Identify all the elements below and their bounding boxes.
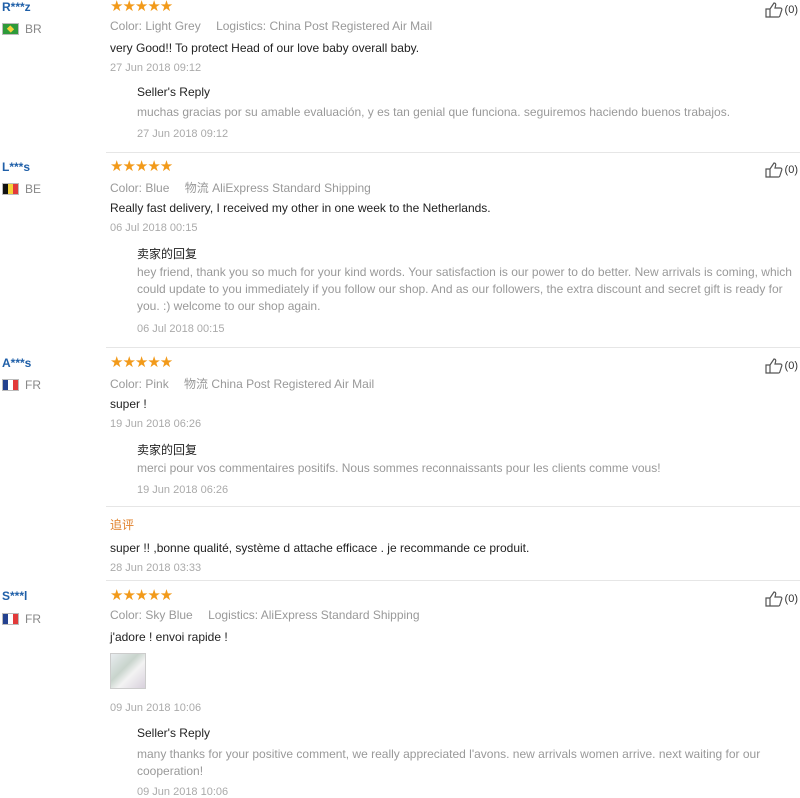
thumbs-up-icon (764, 162, 783, 178)
reply-divider (106, 506, 800, 507)
logistics-label: Logistics: (208, 608, 259, 622)
seller-reply-title: 卖家的回复 (137, 247, 198, 261)
order-info: Color: Sky Blue Logistics: AliExpress St… (110, 608, 432, 622)
feedback-date: 27 Jun 2018 09:12 (110, 62, 202, 74)
thumbs-up-icon (764, 591, 783, 607)
order-info: Color: Light Grey Logistics: China Post … (110, 19, 444, 33)
seller-reply-text: muchas gracias por su amable evaluación,… (137, 105, 731, 119)
buyer-feedback: very Good!! To protect Head of our love … (110, 41, 420, 55)
feedback-date: 06 Jul 2018 00:15 (110, 222, 198, 234)
country-code: BR (25, 22, 42, 36)
logistics-value: AliExpress Standard Shipping (260, 608, 420, 622)
additional-feedback-text: super !! ,bonne qualité, système d attac… (110, 541, 530, 555)
review-divider (106, 152, 800, 153)
reviewer-name[interactable]: L***s (2, 160, 30, 174)
thumbs-up-icon (764, 2, 783, 18)
logistics-value: China Post Registered Air Mail (269, 19, 433, 33)
helpful-count: (0) (784, 164, 798, 176)
review-divider (106, 580, 800, 581)
logistics-label: 物流 (184, 377, 209, 391)
color-value: Pink (145, 377, 169, 391)
seller-reply-text: merci pour vos commentaires positifs. No… (137, 461, 661, 475)
logistics-value: AliExpress Standard Shipping (212, 181, 371, 195)
reviewer-name[interactable]: A***s (2, 356, 31, 370)
logistics-label: Logistics: (216, 19, 267, 33)
color-value: Blue (145, 181, 170, 195)
reviewer-country: BE (2, 182, 41, 196)
feedback-date: 19 Jun 2018 06:26 (110, 418, 202, 430)
helpful-button[interactable]: (0) (764, 591, 798, 607)
feedback-date: 09 Jun 2018 10:06 (110, 702, 202, 714)
logistics-label: 物流 (184, 181, 209, 195)
color-label: Color: (110, 608, 143, 622)
seller-reply-title: Seller's Reply (137, 726, 210, 740)
helpful-count: (0) (784, 4, 798, 16)
buyer-feedback: super ! (110, 397, 147, 411)
color-value: Sky Blue (145, 608, 193, 622)
country-code: FR (25, 612, 41, 626)
buyer-feedback: j'adore ! envoi rapide ! (110, 630, 228, 644)
belgium-flag-icon (2, 183, 19, 195)
logistics-value: China Post Registered Air Mail (211, 377, 375, 391)
helpful-count: (0) (784, 360, 798, 372)
seller-reply-title: Seller's Reply (137, 85, 210, 99)
rating-stars: ★★★★★ (110, 354, 173, 371)
helpful-count: (0) (784, 593, 798, 605)
rating-stars: ★★★★★ (110, 0, 173, 15)
rating-stars: ★★★★★ (110, 587, 173, 604)
review-divider (106, 347, 800, 348)
country-code: FR (25, 378, 41, 392)
helpful-button[interactable]: (0) (764, 2, 798, 18)
brazil-flag-icon (2, 23, 19, 35)
seller-reply-date: 06 Jul 2018 00:15 (137, 323, 225, 335)
reviewer-name[interactable]: R***z (2, 0, 31, 14)
seller-reply-text: many thanks for your positive comment, w… (137, 747, 761, 778)
seller-reply-date: 27 Jun 2018 09:12 (137, 128, 229, 140)
additional-feedback-date: 28 Jun 2018 03:33 (110, 562, 202, 574)
color-label: Color: (110, 377, 143, 391)
color-label: Color: (110, 181, 143, 195)
helpful-button[interactable]: (0) (764, 162, 798, 178)
rating-stars: ★★★★★ (110, 158, 173, 175)
thumbs-up-icon (764, 358, 783, 374)
review-photo-thumbnail[interactable] (110, 653, 146, 689)
color-value: Light Grey (145, 19, 201, 33)
reviewer-country: FR (2, 612, 41, 626)
reviewer-country: BR (2, 22, 42, 36)
color-label: Color: (110, 19, 143, 33)
seller-reply-title: 卖家的回复 (137, 443, 198, 457)
order-info: Color: Pink 物流 China Post Registered Air… (110, 375, 386, 392)
buyer-feedback: Really fast delivery, I received my othe… (110, 201, 491, 215)
france-flag-icon (2, 379, 19, 391)
order-info: Color: Blue 物流 AliExpress Standard Shipp… (110, 179, 383, 196)
reviewer-name[interactable]: S***l (2, 589, 27, 603)
france-flag-icon (2, 613, 19, 625)
seller-reply-date: 09 Jun 2018 10:06 (137, 786, 229, 798)
reviewer-country: FR (2, 378, 41, 392)
helpful-button[interactable]: (0) (764, 358, 798, 374)
country-code: BE (25, 182, 42, 196)
additional-feedback-label: 追评 (110, 518, 135, 532)
seller-reply-text: hey friend, thank you so much for your k… (137, 265, 792, 313)
seller-reply-date: 19 Jun 2018 06:26 (137, 484, 229, 496)
